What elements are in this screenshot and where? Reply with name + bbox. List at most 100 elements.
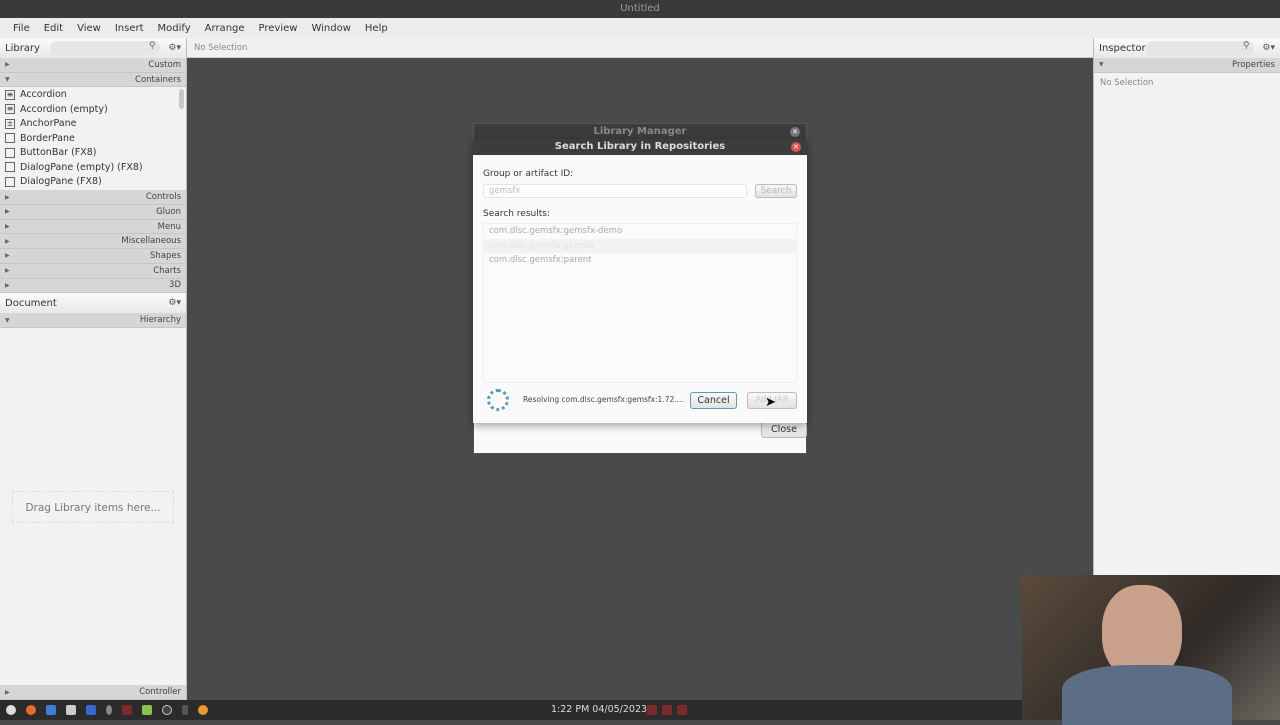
- tray-icon[interactable]: [677, 705, 687, 715]
- menu-preview[interactable]: Preview: [259, 23, 298, 34]
- library-search-input[interactable]: ⚲: [50, 41, 161, 55]
- borderpane-icon: [5, 133, 15, 144]
- webcam-person-body: [1062, 665, 1232, 725]
- clock: 1:22 PM 04/05/2023: [551, 704, 648, 715]
- section-controller[interactable]: ▶ Controller: [0, 685, 186, 700]
- library-manager-title-bar: Library Manager ✕: [474, 124, 806, 140]
- section-menu[interactable]: ▶ Menu: [0, 219, 186, 235]
- accordion-icon: ≡: [5, 89, 15, 100]
- library-header: Library ⚲ ⚙▾: [0, 38, 186, 58]
- section-3d[interactable]: ▶ 3D: [0, 278, 186, 294]
- results-label: Search results:: [483, 209, 550, 219]
- section-hierarchy[interactable]: ▼ Hierarchy: [0, 313, 186, 328]
- expand-icon: ▶: [5, 237, 10, 245]
- webcam-overlay: [1022, 575, 1280, 725]
- list-item[interactable]: ButtonBar (FX8): [0, 145, 186, 160]
- list-item[interactable]: com.dlsc.gemsfx:gemsfx: [484, 238, 796, 254]
- section-charts[interactable]: ▶ Charts: [0, 263, 186, 279]
- menu-help[interactable]: Help: [365, 23, 388, 34]
- menu-edit[interactable]: Edit: [44, 23, 63, 34]
- artifact-id-input[interactable]: gemsfx: [483, 184, 747, 198]
- list-item[interactable]: ≡ Accordion (empty): [0, 102, 186, 117]
- expand-icon: ▶: [5, 267, 10, 275]
- accordion-icon: ≡: [5, 104, 15, 115]
- results-list: com.dlsc.gemsfx:gemsfx-demo com.dlsc.gem…: [483, 223, 797, 383]
- inspector-header: Inspector ⚲ ⚙▾: [1094, 38, 1280, 58]
- expand-icon: ▶: [5, 223, 10, 231]
- expand-icon: ▶: [5, 281, 10, 289]
- mouse-cursor-icon: ➤: [765, 395, 776, 410]
- document-title: Document: [5, 297, 57, 309]
- content-header: No Selection: [187, 38, 1093, 58]
- buttonbar-icon: [5, 147, 15, 158]
- menu-insert[interactable]: Insert: [115, 23, 144, 34]
- firefox-icon[interactable]: [26, 705, 36, 715]
- library-panel: Library ⚲ ⚙▾ ▶ Custom ▼ Containers ≡ Accord…: [0, 38, 187, 700]
- dialogpane-icon: [5, 176, 15, 187]
- menu-window[interactable]: Window: [311, 23, 350, 34]
- search-button[interactable]: Search: [755, 184, 797, 198]
- dialogpane-icon: [5, 162, 15, 173]
- app-icon[interactable]: [142, 705, 152, 715]
- app-icon[interactable]: [86, 705, 96, 715]
- menu-modify[interactable]: Modify: [158, 23, 191, 34]
- cancel-button[interactable]: Cancel: [690, 392, 737, 409]
- section-controls[interactable]: ▶ Controls: [0, 190, 186, 206]
- menu-arrange[interactable]: Arrange: [205, 23, 245, 34]
- obs-icon[interactable]: [162, 705, 172, 715]
- search-dialog-title: Search Library in Repositories: [554, 141, 726, 152]
- document-header: Document ⚙▾: [0, 293, 186, 314]
- search-icon: ⚲: [1242, 41, 1250, 51]
- section-shapes[interactable]: ▶ Shapes: [0, 249, 186, 264]
- section-gluon[interactable]: ▶ Gluon: [0, 205, 186, 220]
- collapse-icon: ▼: [1099, 61, 1104, 69]
- close-icon[interactable]: ✕: [790, 127, 800, 137]
- tray-icon[interactable]: [662, 705, 672, 715]
- window-title: Untitled: [620, 3, 660, 14]
- list-item[interactable]: BorderPane: [0, 131, 186, 146]
- gear-icon[interactable]: ⚙▾: [168, 298, 181, 308]
- expand-icon: ▶: [5, 193, 10, 201]
- files-icon[interactable]: [46, 705, 56, 715]
- list-item[interactable]: DialogPane (empty) (FX8): [0, 160, 186, 175]
- loading-spinner-icon: [487, 389, 509, 411]
- tray-icon[interactable]: [647, 705, 657, 715]
- inspector-search-input[interactable]: ⚲: [1145, 41, 1255, 55]
- close-icon[interactable]: ✕: [791, 142, 801, 152]
- app-icon[interactable]: [182, 705, 188, 715]
- gear-icon[interactable]: ⚙▾: [168, 43, 181, 53]
- section-containers[interactable]: ▼ Containers: [0, 72, 186, 88]
- list-item[interactable]: ≡ Accordion: [0, 87, 186, 102]
- list-item[interactable]: com.dlsc.gemsfx:gemsfx-demo: [484, 224, 796, 239]
- list-item[interactable]: ± AnchorPane: [0, 116, 186, 131]
- start-menu-icon[interactable]: [6, 705, 16, 715]
- search-icon: ⚲: [148, 41, 156, 51]
- anchorpane-icon: ±: [5, 118, 15, 129]
- library-title: Library: [5, 42, 40, 54]
- text-editor-icon[interactable]: [66, 705, 76, 715]
- search-library-dialog: Search Library in Repositories ✕ Group or…: [473, 139, 807, 423]
- list-item[interactable]: DialogPane (FX8): [0, 174, 186, 189]
- section-miscellaneous[interactable]: ▶ Miscellaneous: [0, 234, 186, 250]
- search-dialog-title-bar: Search Library in Repositories ✕: [473, 139, 807, 155]
- drop-hint: Drag Library items here...: [12, 491, 174, 523]
- menu-file[interactable]: File: [13, 23, 30, 34]
- menu-view[interactable]: View: [77, 23, 101, 34]
- terminal-icon[interactable]: [122, 705, 132, 715]
- expand-icon: ▶: [5, 61, 10, 69]
- library-manager-title: Library Manager: [593, 126, 687, 137]
- menu-bar: File Edit View Insert Modify Arrange Pre…: [0, 18, 1280, 38]
- close-button[interactable]: Close: [761, 422, 807, 438]
- scrollbar[interactable]: [179, 89, 184, 110]
- section-properties[interactable]: ▼ Properties: [1094, 58, 1280, 73]
- scene-builder-icon[interactable]: [198, 705, 208, 715]
- gear-icon[interactable]: ⚙▾: [1262, 43, 1275, 53]
- section-custom[interactable]: ▶ Custom: [0, 58, 186, 73]
- inspector-title: Inspector: [1099, 42, 1146, 54]
- expand-icon: ▶: [5, 688, 10, 696]
- status-text: Resolving com.dlsc.gemsfx:gemsfx:1.72...…: [523, 395, 684, 404]
- expand-icon: ▶: [5, 252, 10, 260]
- window-title-bar: Untitled: [0, 0, 1280, 18]
- app-icon[interactable]: [106, 705, 112, 715]
- list-item[interactable]: com.dlsc.gemsfx:parent: [484, 253, 796, 268]
